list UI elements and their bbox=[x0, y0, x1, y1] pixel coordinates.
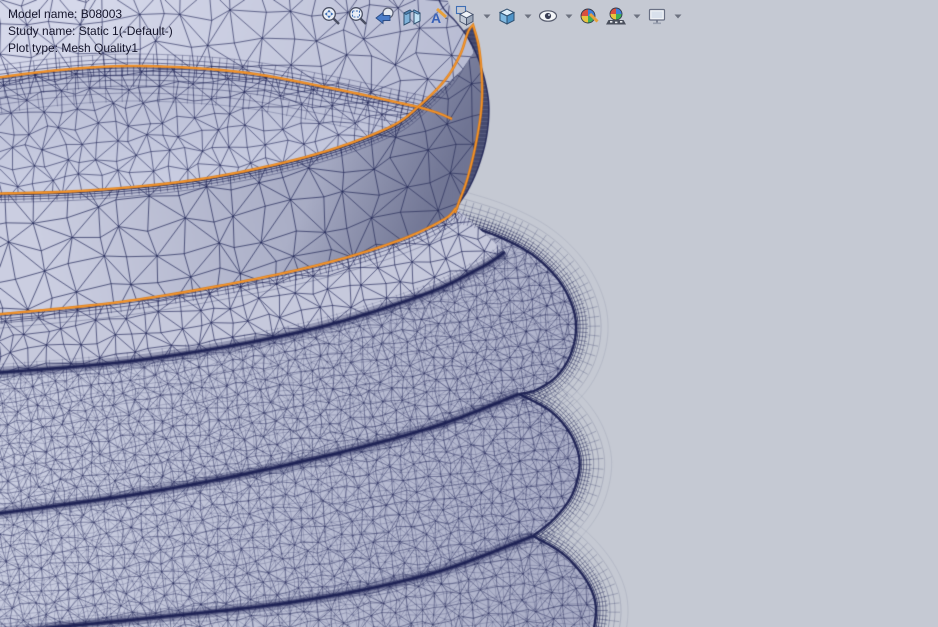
annotation-views-icon[interactable]: A bbox=[428, 5, 450, 27]
view-settings-icon[interactable] bbox=[646, 5, 668, 27]
apply-scene-dropdown-arrow-icon[interactable] bbox=[632, 5, 641, 27]
3d-viewport[interactable] bbox=[0, 0, 938, 627]
plot-type-label: Plot type: Mesh Quality1 bbox=[8, 40, 173, 57]
edit-appearance-icon[interactable] bbox=[578, 5, 600, 27]
heads-up-view-toolbar: A bbox=[320, 3, 682, 29]
display-style-dropdown-arrow-icon[interactable] bbox=[523, 5, 532, 27]
model-name-label: Model name: B08003 bbox=[8, 6, 173, 23]
apply-scene-icon[interactable] bbox=[605, 5, 627, 27]
view-orientation-icon[interactable] bbox=[455, 5, 477, 27]
section-view-icon[interactable] bbox=[401, 5, 423, 27]
plot-annotations: Model name: B08003 Study name: Static 1(… bbox=[8, 6, 173, 57]
display-style-icon[interactable] bbox=[496, 5, 518, 27]
zoom-to-area-icon[interactable] bbox=[347, 5, 369, 27]
study-name-label: Study name: Static 1(-Default-) bbox=[8, 23, 173, 40]
view-settings-dropdown-arrow-icon[interactable] bbox=[673, 5, 682, 27]
previous-view-icon[interactable] bbox=[374, 5, 396, 27]
zoom-to-fit-icon[interactable] bbox=[320, 5, 342, 27]
hide-show-items-dropdown-arrow-icon[interactable] bbox=[564, 5, 573, 27]
graphics-area: Model name: B08003 Study name: Static 1(… bbox=[0, 0, 938, 627]
hide-show-items-icon[interactable] bbox=[537, 5, 559, 27]
view-orientation-dropdown-arrow-icon[interactable] bbox=[482, 5, 491, 27]
